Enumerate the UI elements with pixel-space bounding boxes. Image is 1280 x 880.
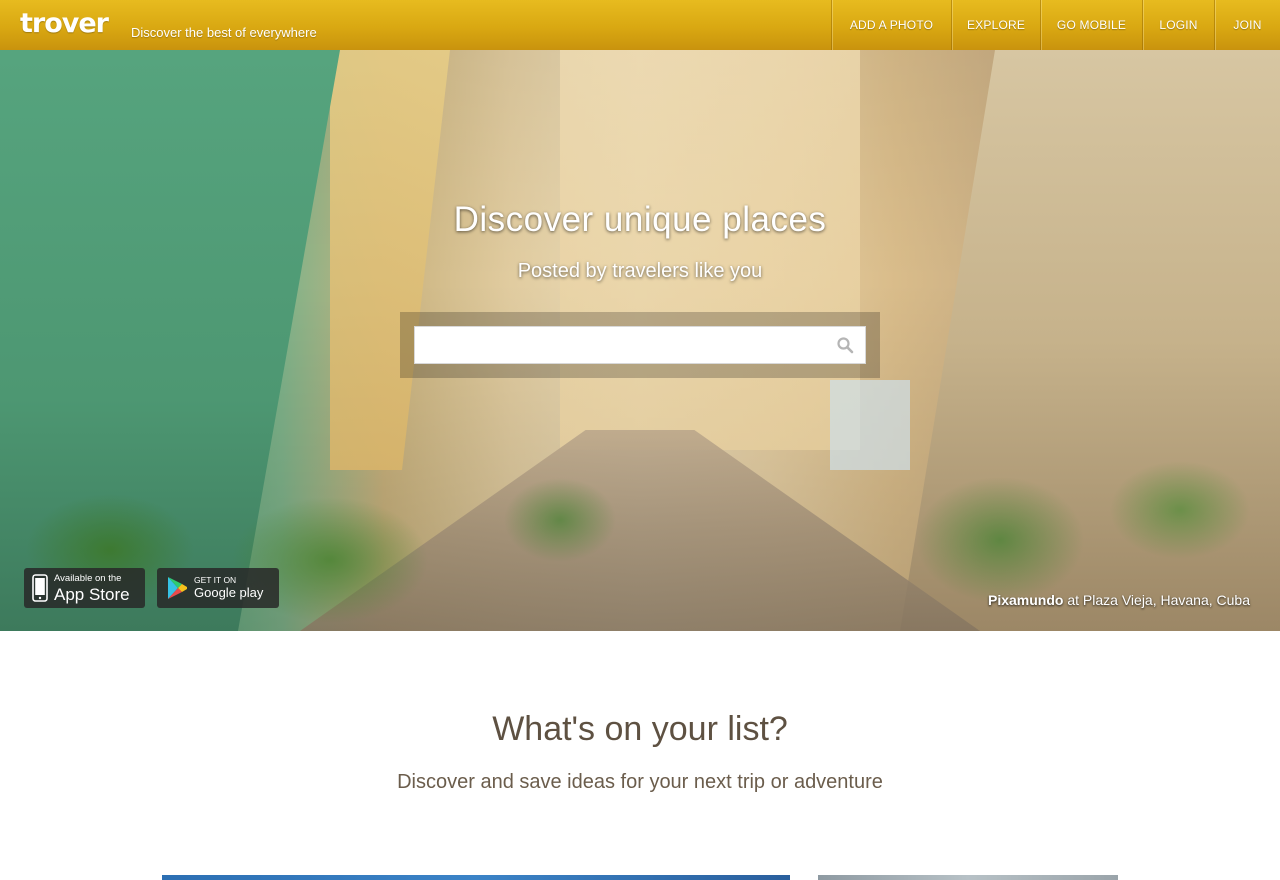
app-store-label: App Store (54, 585, 130, 604)
nav-join[interactable]: JOIN (1214, 0, 1280, 50)
google-play-small-text: GET IT ON (194, 575, 237, 585)
trover-logo[interactable]: trover (20, 8, 109, 39)
nav-go-mobile[interactable]: GO MOBILE (1040, 0, 1142, 50)
tagline: Discover the best of everywhere (131, 25, 317, 40)
search-input[interactable] (414, 326, 866, 364)
featured-photo-thumbnail[interactable] (818, 875, 1118, 880)
nav-add-a-photo[interactable]: ADD A PHOTO (831, 0, 951, 50)
app-store-button[interactable]: Available on the App Store (24, 568, 145, 608)
photo-credit: Pixamundo at Plaza Vieja, Havana, Cuba (988, 592, 1250, 608)
list-section-subtitle: Discover and save ideas for your next tr… (397, 771, 883, 793)
main-nav: ADD A PHOTO EXPLORE GO MOBILE LOGIN JOIN (831, 0, 1280, 50)
list-section-title: What's on your list? (492, 710, 788, 748)
photo-credit-author[interactable]: Pixamundo (988, 592, 1063, 608)
top-navigation-bar: trover Discover the best of everywhere A… (0, 0, 1280, 50)
play-store-icon (168, 577, 187, 599)
hero-photo-building (560, 50, 860, 450)
phone-icon (32, 574, 48, 602)
search-box (400, 312, 880, 378)
photo-credit-location[interactable]: at Plaza Vieja, Havana, Cuba (1067, 592, 1250, 608)
google-play-label: Google play (194, 585, 264, 600)
app-store-small-text: Available on the (54, 573, 122, 584)
hero-title: Discover unique places (453, 200, 827, 239)
nav-explore[interactable]: EXPLORE (951, 0, 1040, 50)
featured-photo-thumbnail[interactable] (162, 875, 790, 880)
google-play-button[interactable]: GET IT ON Google play (157, 568, 279, 608)
hero-subtitle: Posted by travelers like you (517, 260, 763, 282)
hero-banner: Discover unique places Posted by travele… (0, 50, 1280, 631)
search-icon[interactable] (836, 336, 854, 354)
nav-login[interactable]: LOGIN (1142, 0, 1214, 50)
